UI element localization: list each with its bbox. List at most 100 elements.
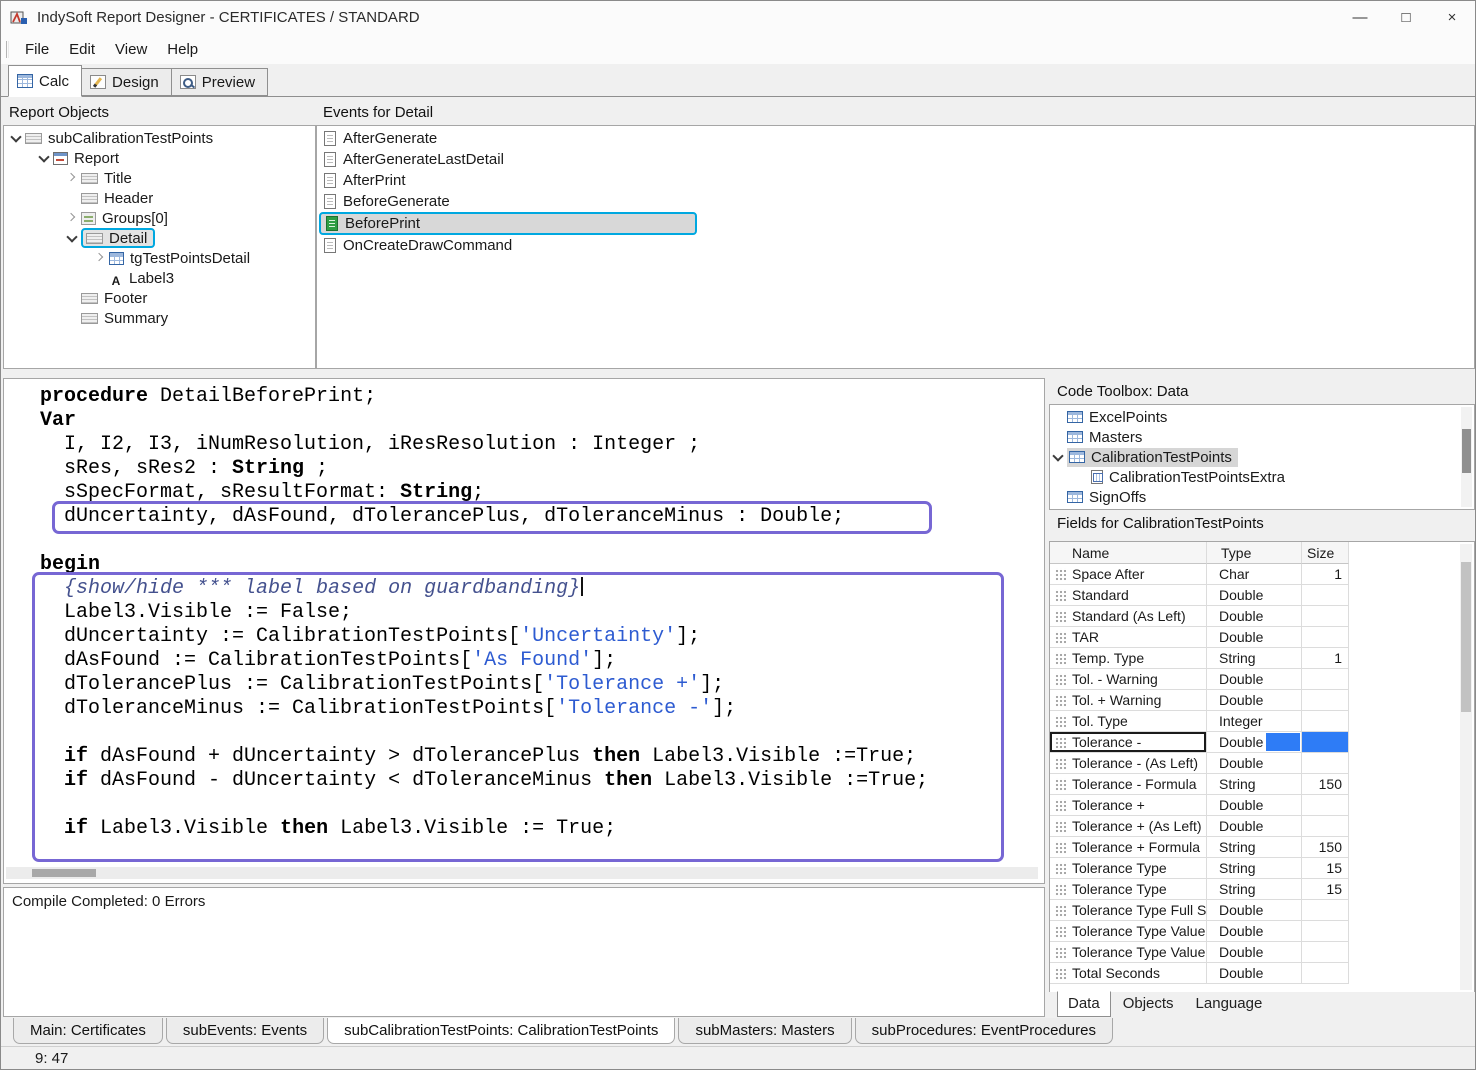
menu-edit[interactable]: Edit [59, 37, 105, 62]
tree-item-report[interactable]: Report [4, 148, 315, 168]
field-row-space-after[interactable]: Space AfterChar1 [1050, 564, 1349, 585]
toolbox-tab-data[interactable]: Data [1057, 991, 1111, 1017]
field-name-cell[interactable]: Tolerance - (As Left) [1050, 753, 1207, 774]
tree-item-title[interactable]: Title [4, 168, 315, 188]
field-size-cell[interactable] [1302, 585, 1349, 606]
field-row-tol-type[interactable]: Tol. TypeInteger [1050, 711, 1349, 732]
field-name-cell[interactable]: Tolerance Type Value [1050, 942, 1207, 963]
field-type-cell[interactable]: Double [1207, 942, 1302, 963]
scrollbar-thumb[interactable] [1462, 429, 1471, 473]
field-name-cell[interactable]: Tolerance Type [1050, 858, 1207, 879]
field-name-cell[interactable]: Tolerance + Formula [1050, 837, 1207, 858]
field-size-cell[interactable] [1302, 753, 1349, 774]
tree-item-header[interactable]: Header [4, 188, 315, 208]
toolbox-item-calibrationtestpoints[interactable]: CalibrationTestPoints [1050, 447, 1474, 467]
field-name-cell[interactable]: Standard [1050, 585, 1207, 606]
field-type-cell[interactable]: Double [1207, 816, 1302, 837]
toolbox-tab-objects[interactable]: Objects [1113, 992, 1184, 1016]
field-name-cell[interactable]: Tolerance Type Value [1050, 921, 1207, 942]
field-type-cell[interactable]: Double [1207, 732, 1302, 753]
chevron-expanded-icon[interactable] [10, 132, 22, 144]
field-size-cell[interactable] [1302, 690, 1349, 711]
event-afterprint[interactable]: AfterPrint [317, 170, 1474, 191]
tree-item-tgtestpointsdetail[interactable]: tgTestPointsDetail [4, 248, 315, 268]
field-size-cell[interactable] [1302, 942, 1349, 963]
field-size-cell[interactable] [1302, 606, 1349, 627]
toolbox-item-excelpoints[interactable]: ExcelPoints [1050, 407, 1474, 427]
field-type-cell[interactable]: Double [1207, 669, 1302, 690]
toolbox-scrollbar[interactable] [1461, 407, 1472, 507]
chevron-expanded-icon[interactable] [38, 152, 50, 164]
field-name-cell[interactable]: Tolerance + (As Left) [1050, 816, 1207, 837]
document-tab-subprocedures-eventprocedures[interactable]: subProcedures: EventProcedures [855, 1018, 1113, 1044]
scrollbar-thumb[interactable] [1461, 562, 1471, 712]
field-row-tolerance-as-left[interactable]: Tolerance - (As Left)Double [1050, 753, 1349, 774]
field-type-cell[interactable]: Double [1207, 921, 1302, 942]
field-type-cell[interactable]: Char [1207, 564, 1302, 585]
field-row-total-seconds[interactable]: Total SecondsDouble [1050, 963, 1349, 984]
document-tab-main-certificates[interactable]: Main: Certificates [13, 1018, 163, 1044]
chevron-collapsed-icon[interactable] [94, 252, 106, 264]
field-size-cell[interactable]: 15 [1302, 858, 1349, 879]
field-type-cell[interactable]: String [1207, 774, 1302, 795]
tree-item-footer[interactable]: Footer [4, 288, 315, 308]
field-type-cell[interactable]: String [1207, 837, 1302, 858]
field-name-cell[interactable]: Total Seconds [1050, 963, 1207, 984]
field-size-cell[interactable] [1302, 711, 1349, 732]
field-type-cell[interactable]: String [1207, 879, 1302, 900]
field-row-tolerance-type[interactable]: Tolerance TypeString15 [1050, 858, 1349, 879]
field-type-cell[interactable]: Double [1207, 963, 1302, 984]
field-name-cell[interactable]: Tol. - Warning [1050, 669, 1207, 690]
field-row-tolerance-formula[interactable]: Tolerance - FormulaString150 [1050, 774, 1349, 795]
field-row-tolerance[interactable]: Tolerance +Double [1050, 795, 1349, 816]
field-type-cell[interactable]: Double [1207, 753, 1302, 774]
field-type-cell[interactable]: Double [1207, 900, 1302, 921]
field-row-standard[interactable]: StandardDouble [1050, 585, 1349, 606]
field-type-cell[interactable]: Double [1207, 795, 1302, 816]
event-oncreatedrawcommand[interactable]: OnCreateDrawCommand [317, 235, 1474, 256]
maximize-button[interactable]: □ [1383, 1, 1429, 34]
menu-help[interactable]: Help [157, 37, 208, 62]
field-size-cell[interactable]: 150 [1302, 774, 1349, 795]
scrollbar-thumb[interactable] [32, 869, 96, 877]
field-size-cell[interactable] [1302, 795, 1349, 816]
event-beforeprint[interactable]: BeforePrint [319, 212, 697, 235]
code-editor[interactable]: procedure DetailBeforePrint;Var I, I2, I… [3, 378, 1045, 884]
tree-item-groups-0[interactable]: Groups[0] [4, 208, 315, 228]
fields-column-header-size[interactable]: Size [1302, 542, 1349, 564]
fields-scrollbar[interactable] [1460, 544, 1472, 990]
field-name-cell[interactable]: Tolerance Type Full Sc [1050, 900, 1207, 921]
field-name-cell[interactable]: Temp. Type [1050, 648, 1207, 669]
field-name-cell[interactable]: Tolerance - Formula [1050, 774, 1207, 795]
field-type-cell[interactable]: Integer [1207, 711, 1302, 732]
view-tab-design[interactable]: Design [82, 68, 172, 96]
field-row-tolerance[interactable]: Tolerance -Double [1050, 732, 1349, 753]
tree-item-label3[interactable]: Label3 [4, 268, 315, 288]
minimize-button[interactable]: — [1337, 1, 1383, 34]
field-size-cell[interactable] [1302, 816, 1349, 837]
menu-view[interactable]: View [105, 37, 157, 62]
toolbox-item-masters[interactable]: Masters [1050, 427, 1474, 447]
field-row-tol-warning[interactable]: Tol. + WarningDouble [1050, 690, 1349, 711]
field-size-cell[interactable] [1302, 669, 1349, 690]
field-size-cell[interactable]: 1 [1302, 564, 1349, 585]
field-name-cell[interactable]: Tol. + Warning [1050, 690, 1207, 711]
field-row-tar[interactable]: TARDouble [1050, 627, 1349, 648]
field-row-tolerance-type-value[interactable]: Tolerance Type ValueDouble [1050, 942, 1349, 963]
menu-file[interactable]: File [15, 37, 59, 62]
field-row-temp-type[interactable]: Temp. TypeString1 [1050, 648, 1349, 669]
field-size-cell[interactable] [1302, 963, 1349, 984]
close-button[interactable]: × [1429, 1, 1475, 34]
field-name-cell[interactable]: Tolerance Type [1050, 879, 1207, 900]
field-type-cell[interactable]: Double [1207, 690, 1302, 711]
field-row-tolerance-as-left[interactable]: Tolerance + (As Left)Double [1050, 816, 1349, 837]
chevron-collapsed-icon[interactable] [66, 172, 78, 184]
field-size-cell[interactable] [1302, 900, 1349, 921]
field-name-cell[interactable]: TAR [1050, 627, 1207, 648]
field-row-tolerance-type[interactable]: Tolerance TypeString15 [1050, 879, 1349, 900]
field-type-cell[interactable]: String [1207, 858, 1302, 879]
chevron-collapsed-icon[interactable] [66, 212, 78, 224]
field-name-cell[interactable]: Tolerance + [1050, 795, 1207, 816]
field-name-cell[interactable]: Tolerance - [1050, 732, 1207, 753]
event-aftergenerate[interactable]: AfterGenerate [317, 128, 1474, 149]
